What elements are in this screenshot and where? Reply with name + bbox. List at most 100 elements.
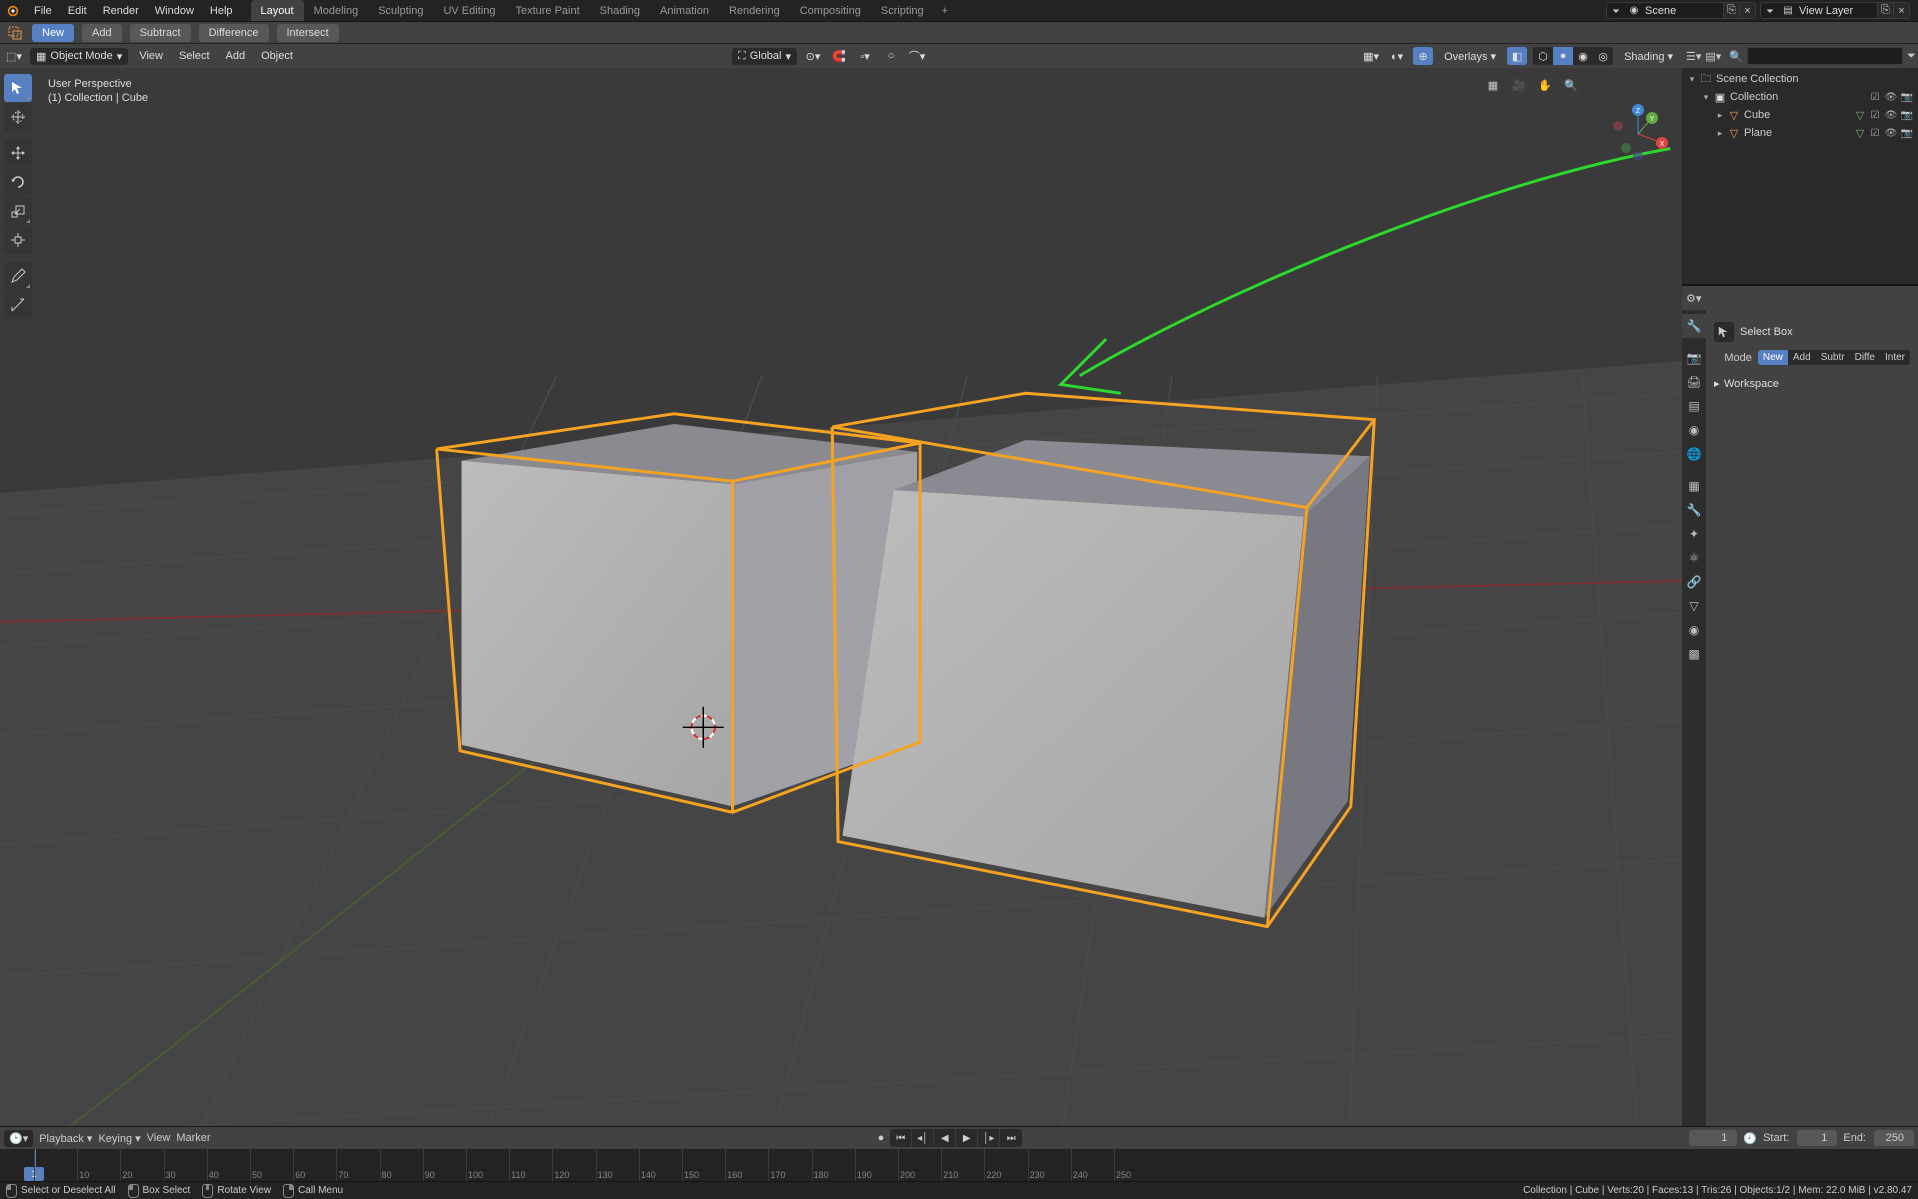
- exclude-checkbox-icon[interactable]: ☑: [1868, 110, 1882, 121]
- current-frame-field[interactable]: 1: [1689, 1130, 1737, 1146]
- viewlayer-new-button[interactable]: ⎘: [1877, 3, 1893, 18]
- mode-diffe[interactable]: Diffe: [1850, 350, 1880, 365]
- booltool-difference-button[interactable]: Difference: [199, 24, 269, 42]
- outliner-search-input[interactable]: [1747, 47, 1903, 65]
- 3d-viewport[interactable]: User Perspective (1) Collection | Cube ▦…: [0, 68, 1682, 1126]
- disable-render-icon[interactable]: 📷: [1900, 92, 1914, 103]
- outliner-display-mode-icon[interactable]: ▤▾: [1705, 50, 1721, 63]
- keyframe-next-icon[interactable]: │▸: [978, 1129, 1000, 1147]
- props-tab-world[interactable]: 🌐: [1682, 442, 1706, 466]
- nav-zoom-lens-icon[interactable]: 🔍: [1560, 74, 1582, 96]
- transform-orientation[interactable]: ⛶ Global ▾: [732, 48, 797, 65]
- play-reverse-icon[interactable]: ◀: [934, 1129, 956, 1147]
- hide-viewport-icon[interactable]: 👁: [1884, 92, 1898, 103]
- tool-rotate[interactable]: [4, 168, 32, 196]
- axis-gizmo[interactable]: X Y Z: [1608, 104, 1668, 164]
- workspace-tab-animation[interactable]: Animation: [650, 0, 719, 21]
- nav-pan-icon[interactable]: ✋: [1534, 74, 1556, 96]
- props-tab-scene[interactable]: ◉: [1682, 418, 1706, 442]
- tool-transform[interactable]: [4, 226, 32, 254]
- workspace-tab-uvediting[interactable]: UV Editing: [433, 0, 505, 21]
- tool-cursor[interactable]: [4, 103, 32, 131]
- workspace-tab-compositing[interactable]: Compositing: [790, 0, 871, 21]
- scene-selector[interactable]: 🞃 ◉ ⎘ ×: [1606, 2, 1756, 19]
- vp-menu-object[interactable]: Object: [256, 48, 298, 64]
- tl-menu-keying[interactable]: Keying ▾: [98, 1132, 140, 1145]
- nav-camera-icon[interactable]: 🎥: [1508, 74, 1530, 96]
- props-tab-constraints[interactable]: 🔗: [1682, 570, 1706, 594]
- booltool-subtract-button[interactable]: Subtract: [130, 24, 191, 42]
- viewlayer-delete-button[interactable]: ×: [1893, 3, 1909, 18]
- props-tab-texture[interactable]: ▩: [1682, 642, 1706, 666]
- workspace-add-button[interactable]: +: [934, 0, 956, 21]
- workspace-panel-header[interactable]: ▸Workspace: [1714, 373, 1910, 394]
- menu-render[interactable]: Render: [95, 0, 147, 21]
- mode-selector[interactable]: ▦ Object Mode ▾: [30, 48, 128, 65]
- jump-to-end-icon[interactable]: ⏭: [1000, 1129, 1022, 1147]
- workspace-tab-layout[interactable]: Layout: [251, 0, 304, 21]
- properties-editor-icon[interactable]: ⚙▾: [1686, 292, 1704, 305]
- shading-rendered[interactable]: ◎: [1593, 47, 1613, 65]
- play-icon[interactable]: ▶: [956, 1129, 978, 1147]
- props-tab-viewlayer[interactable]: ▤: [1682, 394, 1706, 418]
- n-panel-toggle[interactable]: [1672, 68, 1682, 1126]
- scene-new-button[interactable]: ⎘: [1723, 3, 1739, 18]
- snap-toggle[interactable]: 🧲: [829, 47, 849, 65]
- auto-keying-toggle[interactable]: ●: [878, 1132, 885, 1144]
- props-tab-data[interactable]: ▽: [1682, 594, 1706, 618]
- hide-viewport-icon[interactable]: 👁: [1884, 110, 1898, 121]
- tool-move[interactable]: [4, 139, 32, 167]
- tree-collection[interactable]: ▾ ▣ Collection ☑👁📷: [1682, 88, 1918, 106]
- props-tab-physics[interactable]: ⚛: [1682, 546, 1706, 570]
- keyframe-prev-icon[interactable]: ◂│: [912, 1129, 934, 1147]
- pivot-point-dropdown[interactable]: ⊙▾: [803, 47, 823, 65]
- viewlayer-selector[interactable]: 🞃 ▤ ⎘ ×: [1760, 2, 1910, 19]
- nav-zoom-icon[interactable]: ▦: [1482, 74, 1504, 96]
- tool-annotate[interactable]: [4, 262, 32, 290]
- tl-menu-marker[interactable]: Marker: [176, 1132, 210, 1144]
- tree-row-plane[interactable]: ▸ ▽ Plane ▽ ☑👁📷: [1682, 124, 1918, 142]
- shading-wireframe[interactable]: ⬡: [1533, 47, 1553, 65]
- workspace-tab-texturepaint[interactable]: Texture Paint: [505, 0, 589, 21]
- booltool-add-button[interactable]: Add: [82, 24, 122, 42]
- xray-toggle[interactable]: ◧: [1507, 47, 1527, 65]
- mode-add[interactable]: Add: [1788, 350, 1816, 365]
- tl-menu-playback[interactable]: Playback ▾: [39, 1132, 92, 1145]
- exclude-checkbox-icon[interactable]: ☑: [1868, 128, 1882, 139]
- overlays-toggle[interactable]: ⊕: [1413, 47, 1433, 65]
- props-tab-object[interactable]: ▦: [1682, 474, 1706, 498]
- props-tab-particles[interactable]: ✦: [1682, 522, 1706, 546]
- workspace-tab-sculpting[interactable]: Sculpting: [368, 0, 433, 21]
- menu-file[interactable]: File: [26, 0, 60, 21]
- gizmo-dropdown[interactable]: ◐▾: [1387, 47, 1407, 65]
- hide-viewport-icon[interactable]: 👁: [1884, 128, 1898, 139]
- use-preview-range-icon[interactable]: 🕘: [1743, 1132, 1757, 1145]
- tree-row-cube[interactable]: ▸ ▽ Cube ▽ ☑👁📷: [1682, 106, 1918, 124]
- mode-new[interactable]: New: [1758, 350, 1788, 365]
- tool-measure[interactable]: [4, 291, 32, 319]
- tool-scale[interactable]: [4, 197, 32, 225]
- shading-solid[interactable]: ●: [1553, 47, 1573, 65]
- vp-menu-view[interactable]: View: [134, 48, 168, 64]
- booltool-icon[interactable]: [6, 26, 24, 40]
- props-tab-material[interactable]: ◉: [1682, 618, 1706, 642]
- scene-delete-button[interactable]: ×: [1739, 3, 1755, 18]
- proportional-dropdown[interactable]: ⌒▾: [907, 47, 927, 65]
- object-visibility-dropdown[interactable]: ▦▾: [1361, 47, 1381, 65]
- shading-dropdown[interactable]: Shading ▾: [1619, 48, 1678, 65]
- props-tab-tool[interactable]: 🔧: [1682, 314, 1706, 338]
- disable-render-icon[interactable]: 📷: [1900, 110, 1914, 121]
- scene-name-input[interactable]: [1643, 5, 1723, 17]
- blender-logo-icon[interactable]: [3, 1, 23, 21]
- viewlayer-browse-icon[interactable]: 🞃: [1761, 5, 1779, 16]
- vp-menu-add[interactable]: Add: [221, 48, 251, 64]
- vp-menu-select[interactable]: Select: [174, 48, 215, 64]
- overlays-dropdown[interactable]: Overlays ▾: [1439, 48, 1501, 65]
- props-tab-modifiers[interactable]: 🔧: [1682, 498, 1706, 522]
- start-frame-field[interactable]: 1: [1797, 1130, 1837, 1146]
- outliner-editor-icon[interactable]: ☰▾: [1686, 50, 1701, 63]
- disable-render-icon[interactable]: 📷: [1900, 128, 1914, 139]
- shading-lookdev[interactable]: ◉: [1573, 47, 1593, 65]
- menu-window[interactable]: Window: [147, 0, 202, 21]
- mode-inter[interactable]: Inter: [1880, 350, 1910, 365]
